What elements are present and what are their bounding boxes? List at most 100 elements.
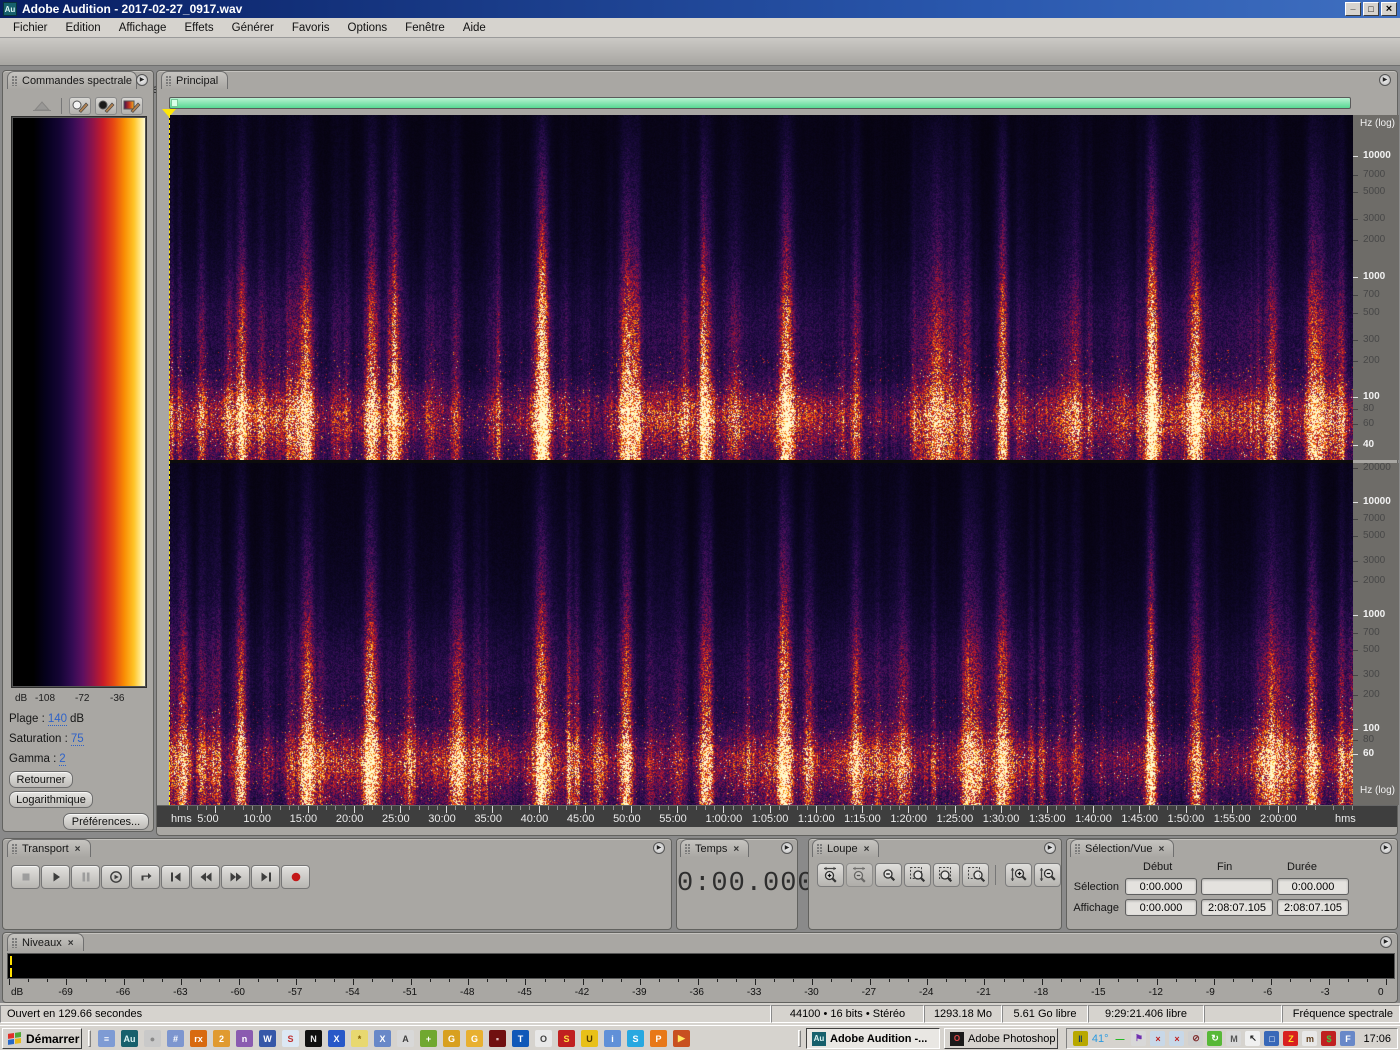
quicklaunch-ultraedit-icon[interactable]: U bbox=[581, 1030, 598, 1047]
selection-fin-field[interactable] bbox=[1201, 878, 1273, 895]
paint-gradient-button[interactable] bbox=[121, 97, 143, 115]
selection-vue-tab[interactable]: Sélection/Vue bbox=[1070, 839, 1175, 857]
plage-value[interactable]: 140 bbox=[47, 713, 67, 726]
zoom-in-horizontal-button[interactable] bbox=[817, 863, 844, 887]
taskbar-clock[interactable]: 17:06 bbox=[1363, 1033, 1391, 1045]
quicklaunch-calculator-icon[interactable]: # bbox=[167, 1030, 184, 1047]
zoom-out-horizontal-button[interactable] bbox=[846, 863, 873, 887]
tray-firewall-icon[interactable]: Z bbox=[1283, 1031, 1299, 1046]
quicklaunch-word-icon[interactable]: W bbox=[259, 1030, 276, 1047]
affichage-debut-field[interactable]: 0:00.000 bbox=[1125, 899, 1197, 916]
fast-forward-button[interactable] bbox=[221, 865, 250, 889]
quicklaunch-show-desktop-icon[interactable]: ≡ bbox=[98, 1030, 115, 1047]
quicklaunch-video-icon[interactable]: ▪ bbox=[489, 1030, 506, 1047]
quicklaunch-skype-icon[interactable]: S bbox=[627, 1030, 644, 1047]
close-icon[interactable] bbox=[68, 938, 74, 949]
record-button[interactable] bbox=[281, 865, 310, 889]
tray-sync-icon[interactable]: ↻ bbox=[1207, 1031, 1223, 1046]
spectrogram-left-channel[interactable] bbox=[169, 115, 1353, 460]
quicklaunch-globe-2-icon[interactable]: G bbox=[466, 1030, 483, 1047]
quicklaunch-xtool-icon[interactable]: X bbox=[328, 1030, 345, 1047]
retourner-button[interactable]: Retourner bbox=[9, 771, 73, 788]
channel-divider[interactable] bbox=[169, 460, 1353, 463]
selection-duree-field[interactable]: 0:00.000 bbox=[1277, 878, 1349, 895]
niveaux-tab[interactable]: Niveaux bbox=[7, 933, 84, 951]
panel-menu-icon[interactable] bbox=[1380, 936, 1392, 948]
zoom-out-full-button[interactable] bbox=[875, 863, 902, 887]
quicklaunch-mediaplayer-icon[interactable]: ▶ bbox=[673, 1030, 690, 1047]
panel-menu-icon[interactable] bbox=[136, 74, 148, 86]
menu-edition[interactable]: Edition bbox=[57, 20, 110, 36]
close-icon[interactable] bbox=[75, 844, 81, 855]
stop-button[interactable] bbox=[11, 865, 40, 889]
start-button[interactable]: Démarrer bbox=[2, 1028, 82, 1049]
tray-network-1-icon[interactable]: × bbox=[1150, 1031, 1166, 1046]
quicklaunch-bz-icon[interactable]: 2 bbox=[213, 1030, 230, 1047]
spectrogram-right-channel[interactable] bbox=[169, 463, 1353, 805]
task-button-photoshop[interactable]: O Adobe Photoshop bbox=[944, 1028, 1058, 1049]
tray-volume-muted-icon[interactable]: ⊘ bbox=[1188, 1031, 1204, 1046]
tray-pointer-device-icon[interactable]: M bbox=[1226, 1031, 1242, 1046]
close-icon[interactable] bbox=[864, 844, 870, 855]
menu-affichage[interactable]: Affichage bbox=[110, 20, 176, 36]
frequency-axis-right-channel[interactable]: Hz (log) 20000 10000 7000 5000 3000 2000 1000 7… bbox=[1353, 462, 1399, 805]
tray-flag-icon[interactable]: ⚑ bbox=[1131, 1031, 1147, 1046]
quicklaunch-messenger-icon[interactable]: i bbox=[604, 1030, 621, 1047]
panel-menu-icon[interactable] bbox=[1380, 842, 1392, 854]
task-button-audition[interactable]: Au Adobe Audition -... bbox=[806, 1028, 940, 1049]
preferences-button[interactable]: Préférences... bbox=[63, 813, 149, 830]
zoom-in-vertical-button[interactable] bbox=[1005, 863, 1032, 887]
title-bar[interactable]: Au Adobe Audition - 2017-02-27_0917.wav bbox=[0, 0, 1400, 18]
paint-black-button[interactable] bbox=[95, 97, 117, 115]
horizontal-scrollbar[interactable] bbox=[169, 97, 1351, 109]
quicklaunch-sbp-icon[interactable]: S bbox=[558, 1030, 575, 1047]
quicklaunch-rx-icon[interactable]: rx bbox=[190, 1030, 207, 1047]
quicklaunch-timer-icon[interactable]: O bbox=[535, 1030, 552, 1047]
go-to-start-button[interactable] bbox=[161, 865, 190, 889]
logarithmique-button[interactable]: Logarithmique bbox=[9, 791, 93, 808]
menu-options[interactable]: Options bbox=[339, 20, 397, 36]
principal-tab[interactable]: Principal bbox=[161, 71, 229, 89]
level-ruler[interactable]: dB -69 -66 -63 -60 -57 -54 -51 -48 -45 -42 -39 -36-… bbox=[3, 979, 1399, 1003]
menu-fichier[interactable]: Fichier bbox=[4, 20, 57, 36]
quicklaunch-audition-icon[interactable]: Au bbox=[121, 1030, 138, 1047]
menu-favoris[interactable]: Favoris bbox=[283, 20, 339, 36]
tray-cursor-icon[interactable]: ↖ bbox=[1245, 1031, 1261, 1046]
quicklaunch-planet-icon[interactable]: S bbox=[282, 1030, 299, 1047]
quicklaunch-netscape-icon[interactable]: N bbox=[305, 1030, 322, 1047]
quicklaunch-notes-icon[interactable]: A bbox=[397, 1030, 414, 1047]
tray-money-icon[interactable]: $ bbox=[1321, 1031, 1337, 1046]
quicklaunch-pdf-icon[interactable]: P bbox=[650, 1030, 667, 1047]
zoom-selection-left-button[interactable] bbox=[933, 863, 960, 887]
maximize-button[interactable] bbox=[1363, 2, 1379, 16]
play-from-cursor-button[interactable] bbox=[101, 865, 130, 889]
menu-aide[interactable]: Aide bbox=[454, 20, 495, 36]
zoom-selection-right-button[interactable] bbox=[962, 863, 989, 887]
tray-network-2-icon[interactable]: × bbox=[1169, 1031, 1185, 1046]
selection-debut-field[interactable]: 0:00.000 bbox=[1125, 878, 1197, 895]
quicklaunch-tc-icon[interactable]: T bbox=[512, 1030, 529, 1047]
loupe-tab[interactable]: Loupe bbox=[812, 839, 880, 857]
quicklaunch-sphere-icon[interactable]: ● bbox=[144, 1030, 161, 1047]
panel-menu-icon[interactable] bbox=[781, 842, 793, 854]
quicklaunch-globe-1-icon[interactable]: G bbox=[443, 1030, 460, 1047]
menu-effets[interactable]: Effets bbox=[175, 20, 222, 36]
panel-menu-icon[interactable] bbox=[1379, 74, 1391, 86]
tray-mouse-icon[interactable]: m bbox=[1302, 1031, 1318, 1046]
scrollbar-cap[interactable] bbox=[171, 99, 178, 107]
time-ruler[interactable]: hms hms 5:00 10:00 15:00 20:00 25:00 30:00 35:… bbox=[157, 805, 1397, 827]
transport-tab[interactable]: Transport bbox=[7, 839, 91, 857]
loop-button[interactable] bbox=[131, 865, 160, 889]
close-icon[interactable] bbox=[733, 844, 739, 855]
tray-audio-levels-icon[interactable]: ‖ bbox=[1072, 1031, 1088, 1046]
pause-button[interactable] bbox=[71, 865, 100, 889]
spectral-palette-gradient[interactable] bbox=[11, 116, 147, 688]
quicklaunch-xdoc-icon[interactable]: X bbox=[374, 1030, 391, 1047]
quicklaunch-onenote-icon[interactable]: n bbox=[236, 1030, 253, 1047]
menu-generer[interactable]: Générer bbox=[223, 20, 283, 36]
affichage-duree-field[interactable]: 2:08:07.105 bbox=[1277, 899, 1349, 916]
panel-menu-icon[interactable] bbox=[1044, 842, 1056, 854]
level-meter[interactable] bbox=[7, 953, 1395, 979]
go-to-end-button[interactable] bbox=[251, 865, 280, 889]
saturation-value[interactable]: 75 bbox=[70, 733, 84, 746]
